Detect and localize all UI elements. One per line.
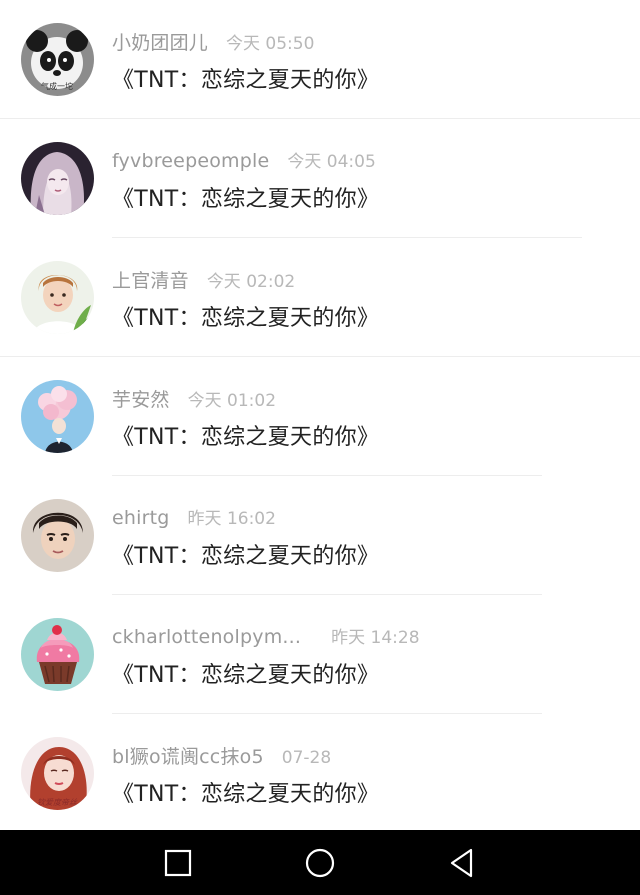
avatar[interactable] — [21, 499, 94, 572]
timestamp: 07-28 — [281, 748, 332, 768]
timestamp: 今天 02:02 — [206, 272, 296, 292]
avatar[interactable]: 气成一坨 — [21, 23, 94, 96]
home-icon — [305, 848, 335, 878]
list-item[interactable]: 芋安然 今天 01:02 《TNT：恋综之夏天的你》 — [0, 357, 640, 476]
message-preview: 《TNT：恋综之夏天的你》 — [112, 425, 380, 450]
recent-apps-icon — [164, 849, 192, 877]
list-item[interactable]: ckharlottenolpym... 昨天 14:28 《TNT：恋综之夏天的… — [0, 595, 640, 714]
list-item[interactable]: 钦爱度帝丝 bl獗o谎阓cc抹o5 07-28 《TNT：恋综之夏天的你》 — [0, 714, 640, 830]
message-preview: 《TNT：恋综之夏天的你》 — [112, 544, 380, 569]
avatar[interactable] — [21, 142, 94, 215]
list-item[interactable]: fyvbreepeomple 今天 04:05 《TNT：恋综之夏天的你》 — [0, 119, 640, 238]
message-preview: 《TNT：恋综之夏天的你》 — [112, 782, 380, 807]
avatar[interactable]: 钦爱度帝丝 — [21, 737, 94, 810]
avatar[interactable] — [21, 618, 94, 691]
sender-name[interactable]: ckharlottenolpym... — [112, 626, 301, 648]
message-preview: 《TNT：恋综之夏天的你》 — [112, 68, 380, 93]
recent-apps-button[interactable] — [158, 844, 198, 882]
message-preview: 《TNT：恋综之夏天的你》 — [112, 663, 380, 688]
sender-name[interactable]: 芋安然 — [112, 385, 170, 412]
home-button[interactable] — [300, 844, 340, 882]
timestamp: 昨天 14:28 — [331, 628, 420, 648]
back-button[interactable] — [442, 844, 482, 882]
back-icon — [450, 848, 473, 878]
list-item[interactable]: 气成一坨 小奶团团儿 今天 05:50 《TNT：恋综之夏天的你》 — [0, 0, 640, 119]
timestamp: 今天 01:02 — [187, 391, 277, 411]
list-item[interactable]: 上官清音 今天 02:02 《TNT：恋综之夏天的你》 — [0, 238, 640, 357]
sender-name[interactable]: bl獗o谎阓cc抹o5 — [112, 742, 264, 769]
timestamp: 昨天 16:02 — [187, 509, 276, 529]
message-preview: 《TNT：恋综之夏天的你》 — [112, 187, 380, 212]
avatar-caption: 气成一坨 — [41, 81, 73, 91]
sender-name[interactable]: 小奶团团儿 — [112, 28, 208, 55]
sender-name[interactable]: ehirtg — [112, 507, 170, 529]
timestamp: 今天 05:50 — [226, 34, 315, 54]
system-navigation-bar — [0, 830, 640, 895]
timestamp: 今天 04:05 — [287, 152, 376, 172]
list-item[interactable]: ehirtg 昨天 16:02 《TNT：恋综之夏天的你》 — [0, 476, 640, 595]
sender-name[interactable]: fyvbreepeomple — [112, 150, 269, 172]
avatar[interactable] — [21, 380, 94, 453]
avatar-caption: 钦爱度帝丝 — [37, 798, 78, 807]
avatar[interactable] — [21, 261, 94, 334]
message-preview: 《TNT：恋综之夏天的你》 — [112, 306, 380, 331]
sender-name[interactable]: 上官清音 — [112, 266, 189, 293]
message-list: 气成一坨 小奶团团儿 今天 05:50 《TNT：恋综之夏天的你》 fyvbre — [0, 0, 640, 830]
